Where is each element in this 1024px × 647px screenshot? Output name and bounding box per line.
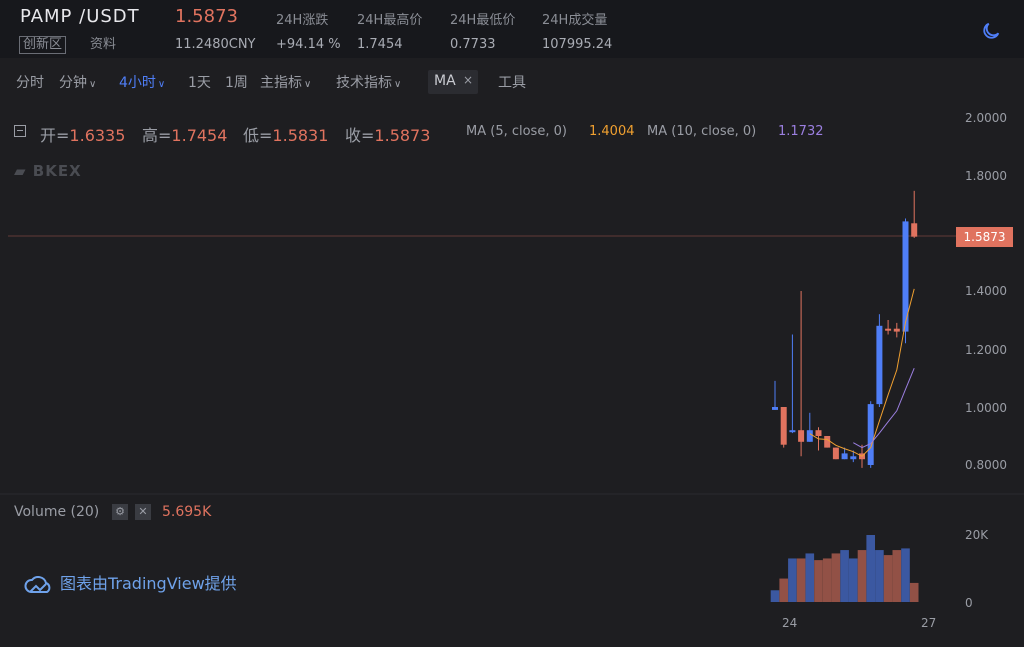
gear-icon[interactable]: ⚙ xyxy=(112,504,128,520)
volume-title: Volume (20) xyxy=(14,504,100,520)
candle-body xyxy=(893,328,900,332)
ma5-line xyxy=(809,288,915,457)
candle-body xyxy=(867,404,874,465)
volume-axis-tick: 0 xyxy=(965,596,973,610)
candle-body xyxy=(911,223,918,237)
volume-bar xyxy=(770,590,780,602)
volume-bar xyxy=(831,553,841,602)
volume-bar xyxy=(814,560,823,602)
y-tick: 1.0000 xyxy=(965,401,1007,415)
candle-body xyxy=(876,325,883,405)
y-tick: 2.0000 xyxy=(965,111,1007,125)
close-icon[interactable]: ✕ xyxy=(135,504,151,520)
candle-body xyxy=(780,407,787,445)
volume-bars xyxy=(770,535,919,602)
ohlc-close: 收=1.5873 xyxy=(345,126,431,145)
ohlc-open: 开=1.6335 xyxy=(40,126,126,145)
volume-bar xyxy=(866,535,875,602)
last-price-tag: 1.5873 xyxy=(956,227,1013,247)
volume-bar xyxy=(805,553,815,602)
volume-bar xyxy=(875,550,884,602)
volume-bar xyxy=(883,555,893,602)
volume-bar xyxy=(909,582,919,602)
volume-value: 5.695K xyxy=(162,504,212,520)
chart-canvas xyxy=(0,190,1024,602)
candle-body xyxy=(841,453,848,460)
candle-body xyxy=(885,328,892,331)
volume-bar xyxy=(892,550,902,602)
volume-bar xyxy=(840,550,849,602)
candlestick-series xyxy=(772,190,918,468)
volume-bar xyxy=(779,578,788,602)
x-tick: 24 xyxy=(782,616,798,630)
bkex-watermark: ▰ BKEX xyxy=(14,162,82,180)
candle-body xyxy=(798,430,805,442)
volume-bar xyxy=(796,558,806,602)
ma10-legend-value: 1.1732 xyxy=(778,124,824,139)
ohlc-low: 低=1.5831 xyxy=(243,126,329,145)
volume-bar xyxy=(822,558,832,602)
ma5-legend-label: MA (5, close, 0) xyxy=(466,124,567,139)
ma5-legend-value: 1.4004 xyxy=(589,124,635,139)
tradingview-credit[interactable]: 图表由TradingView提供 xyxy=(24,570,237,594)
cloud-icon xyxy=(24,575,51,593)
ohlc-high: 高=1.7454 xyxy=(142,126,228,145)
candle-body xyxy=(850,456,857,460)
candle-body xyxy=(815,430,822,436)
volume-bar xyxy=(849,558,858,602)
y-tick: 1.8000 xyxy=(965,169,1007,183)
x-tick: 27 xyxy=(921,616,937,630)
ma10-legend-label: MA (10, close, 0) xyxy=(647,124,757,139)
candle-body xyxy=(832,447,839,460)
candle-body xyxy=(789,430,796,433)
volume-axis-tick: 20K xyxy=(965,528,989,542)
y-tick: 1.4000 xyxy=(965,284,1007,298)
candle-body xyxy=(772,407,778,410)
volume-bar xyxy=(788,558,797,602)
y-tick: 0.8000 xyxy=(965,458,1007,472)
collapse-legend-button[interactable] xyxy=(14,125,26,137)
volume-bar xyxy=(857,550,867,602)
volume-bar xyxy=(901,548,910,602)
candle-body xyxy=(824,436,831,448)
y-tick: 1.2000 xyxy=(965,343,1007,357)
candle-body xyxy=(806,430,813,442)
